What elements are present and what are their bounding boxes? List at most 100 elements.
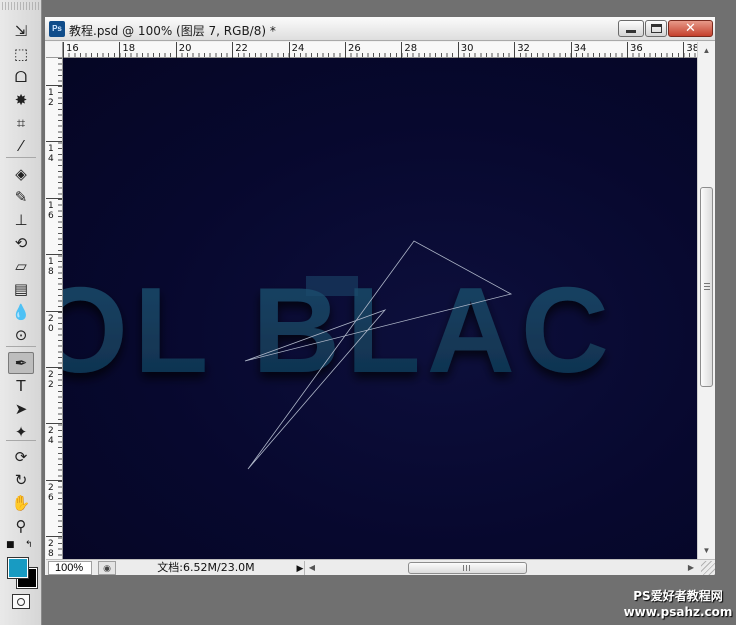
ruler-major-tick [345, 42, 346, 58]
scroll-left-arrow-icon[interactable]: ◀ [305, 561, 319, 575]
canvas-artwork: OL BLAC [63, 240, 609, 470]
gradient-tool-icon[interactable]: ▤ [8, 278, 34, 300]
ruler-label: 36 [630, 43, 643, 54]
document-canvas[interactable]: OL BLAC [63, 58, 697, 559]
ruler-label: 1 6 [48, 200, 54, 221]
ruler-major-tick [288, 42, 290, 58]
ruler-major-tick [232, 42, 234, 58]
3d-rotate-tool-icon[interactable]: ⟳ [8, 446, 34, 468]
grip-icon [463, 565, 470, 571]
document-window: Ps 教程.psd @ 100% (图层 7, RGB/8) * ✕ 16 18 2… [44, 16, 716, 576]
ruler-label: 2 4 [48, 426, 54, 447]
ruler-label: 24 [291, 43, 305, 54]
ruler-label: 2 6 [48, 482, 54, 503]
maximize-button[interactable] [645, 20, 667, 37]
ruler-label: 18 [122, 43, 136, 54]
eyedropper-tool-icon[interactable]: ⁄ [8, 135, 34, 157]
ruler-major-tick [46, 367, 62, 368]
ruler-major-tick [175, 42, 177, 58]
vertical-ruler[interactable]: 1 2 1 4 1 6 1 8 2 0 2 2 2 4 2 6 2 8 [46, 58, 63, 559]
watermark-line-2: www.psahz.com [623, 605, 733, 619]
close-button[interactable]: ✕ [668, 20, 713, 37]
clone-stamp-tool-icon[interactable]: ⊥ [8, 209, 34, 231]
ruler-major-tick [514, 42, 516, 58]
ruler-major-tick [46, 141, 62, 143]
ruler-major-tick [46, 254, 62, 256]
resize-grip[interactable] [701, 561, 715, 575]
ruler-label: 32 [517, 43, 530, 54]
default-colors-icon[interactable]: ■ [6, 540, 15, 550]
minimize-button[interactable] [618, 20, 644, 37]
dodge-tool-icon[interactable]: ⊙ [8, 324, 34, 346]
grip-icon [704, 283, 710, 290]
ruler-label: 1 8 [48, 257, 54, 278]
brush-tool-icon[interactable]: ✎ [8, 186, 34, 208]
ruler-major-tick [570, 42, 572, 58]
tool-separator [6, 440, 36, 441]
type-tool-icon[interactable]: T [8, 375, 34, 397]
ruler-major-tick [457, 42, 459, 58]
document-titlebar[interactable]: Ps 教程.psd @ 100% (图层 7, RGB/8) * ✕ [45, 17, 715, 41]
move-tool-icon[interactable]: ⇲ [8, 20, 34, 42]
ruler-major-tick [63, 42, 64, 58]
ruler-label: 26 [348, 43, 361, 54]
ruler-label: 1 2 [48, 88, 54, 108]
history-brush-tool-icon[interactable]: ⟲ [8, 232, 34, 254]
ruler-label: 20 [178, 43, 192, 54]
tools-panel: ⇲ ⬚ ᗝ ✸ ⌗ ⁄ ◈ ✎ ⊥ ⟲ ▱ ▤ 💧 ⊙ ✒ T ➤ ✦ ⟳ ↻ ✋ ⚲ ■ ↰ [0, 0, 42, 625]
swap-colors-icon[interactable]: ↰ [25, 540, 33, 550]
ruler-label: 34 [573, 43, 587, 54]
quick-mask-button[interactable] [12, 594, 30, 609]
ruler-label: 1 4 [48, 144, 54, 165]
magic-wand-tool-icon[interactable]: ✸ [8, 89, 34, 111]
foreground-color-swatch[interactable] [7, 557, 29, 579]
document-size-info: 文档:6.52M/23.0M [157, 561, 255, 574]
pen-tool-icon[interactable]: ✒ [8, 352, 34, 374]
3d-orbit-tool-icon[interactable]: ↻ [8, 469, 34, 491]
vertical-scroll-thumb[interactable] [700, 187, 713, 387]
status-bar: 100% ◉ 文档:6.52M/23.0M ▶ ◀ ▶ [46, 559, 715, 575]
ruler-major-tick [683, 42, 685, 58]
ruler-major-tick [46, 85, 62, 86]
minimize-icon [626, 30, 636, 33]
vertical-scrollbar[interactable]: ▲ ▼ [697, 42, 715, 559]
path-selection-tool-icon[interactable]: ➤ [8, 398, 34, 420]
maximize-icon [650, 24, 662, 33]
document-title: 教程.psd @ 100% (图层 7, RGB/8) * [69, 24, 276, 38]
ruler-label: 2 0 [48, 313, 54, 334]
crop-tool-icon[interactable]: ⌗ [8, 112, 34, 134]
ruler-major-tick [46, 423, 62, 425]
ruler-label: 28 [404, 43, 418, 54]
status-options-icon[interactable]: ◉ [98, 561, 116, 575]
horizontal-scroll-thumb[interactable] [408, 562, 527, 574]
ruler-label: 16 [66, 43, 79, 54]
scroll-down-arrow-icon[interactable]: ▼ [698, 542, 715, 558]
tool-separator [6, 157, 36, 158]
ruler-major-tick [46, 310, 62, 312]
selection-highlight [306, 276, 358, 296]
zoom-tool-icon[interactable]: ⚲ [8, 515, 34, 537]
horizontal-ruler[interactable]: 16 18 20 22 24 26 28 30 32 34 36 38 [63, 42, 699, 58]
scroll-right-arrow-icon[interactable]: ▶ [684, 561, 698, 575]
ruler-label: 30 [460, 43, 474, 54]
ruler-major-tick [46, 197, 62, 199]
rectangular-marquee-tool-icon[interactable]: ⬚ [8, 43, 34, 65]
ruler-label: 2 2 [48, 370, 54, 390]
ruler-label: 22 [235, 43, 248, 54]
quick-mask-icon [17, 597, 25, 606]
ruler-major-tick [627, 42, 628, 58]
photoshop-app-icon: Ps [49, 21, 65, 37]
tool-separator [6, 346, 36, 347]
panel-grip[interactable] [2, 2, 40, 10]
scroll-up-arrow-icon[interactable]: ▲ [698, 42, 715, 58]
lasso-tool-icon[interactable]: ᗝ [8, 66, 34, 88]
ruler-origin[interactable] [46, 42, 63, 58]
hand-tool-icon[interactable]: ✋ [8, 492, 34, 514]
spot-healing-brush-tool-icon[interactable]: ◈ [8, 163, 34, 185]
eraser-tool-icon[interactable]: ▱ [8, 255, 34, 277]
watermark-line-1: PS爱好者教程网 [633, 589, 723, 603]
ruler-major-tick [46, 536, 62, 538]
zoom-level-field[interactable]: 100% [48, 561, 92, 575]
horizontal-scrollbar[interactable]: ◀ ▶ [304, 561, 697, 575]
blur-tool-icon[interactable]: 💧 [8, 301, 34, 323]
